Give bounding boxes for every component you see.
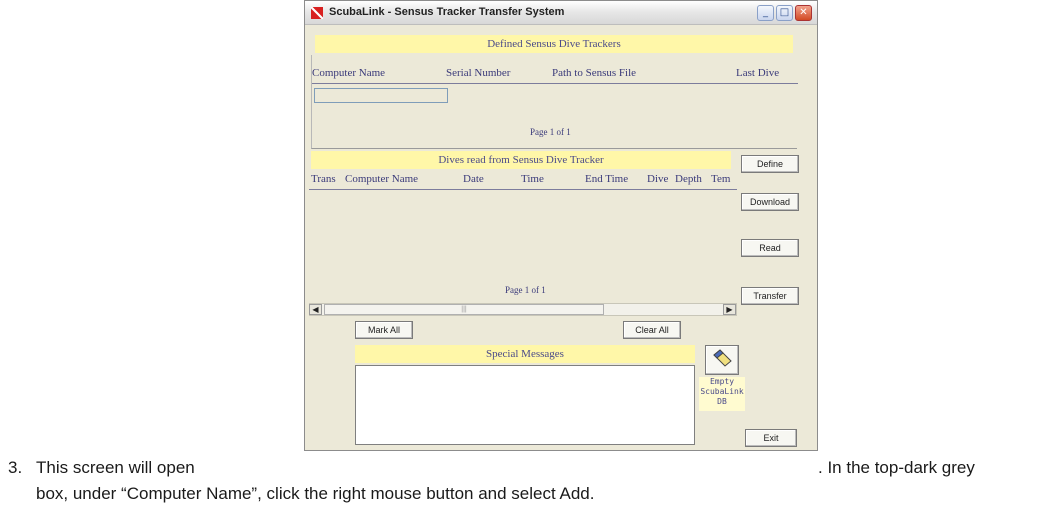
close-icon[interactable]: ✕ xyxy=(795,5,812,21)
define-button[interactable]: Define xyxy=(741,155,799,173)
dives-col-temp: Tem xyxy=(711,173,731,185)
clear-all-button[interactable]: Clear All xyxy=(623,321,681,339)
dives-col-trans: Trans xyxy=(311,173,336,185)
dives-band: Dives read from Sensus Dive Tracker xyxy=(311,151,731,169)
maximize-icon[interactable]: □ xyxy=(776,5,793,21)
computer-name-field[interactable] xyxy=(314,88,448,103)
exit-button[interactable]: Exit xyxy=(745,429,797,447)
trackers-col-path: Path to Sensus File xyxy=(552,67,637,79)
download-button[interactable]: Download xyxy=(741,193,799,211)
empty-db-label: Empty ScubaLink DB xyxy=(699,377,745,411)
empty-db-line-3: DB xyxy=(717,397,727,406)
trackers-pager: Page 1 of 1 xyxy=(530,127,571,137)
eraser-icon xyxy=(713,349,732,367)
dives-col-date: Date xyxy=(463,173,484,185)
instruction-line-1-start: This screen will open xyxy=(36,458,195,477)
dives-panel[interactable]: Trans Computer Name Date Time End Time D… xyxy=(309,169,737,309)
dives-col-computer-name: Computer Name xyxy=(345,173,419,185)
dives-col-end-time: End Time xyxy=(585,173,629,185)
dives-col-depth: Depth xyxy=(675,173,702,185)
window-title: ScubaLink - Sensus Tracker Transfer Syst… xyxy=(329,6,565,18)
app-window: ScubaLink - Sensus Tracker Transfer Syst… xyxy=(304,0,818,451)
empty-db-line-1: Empty xyxy=(709,377,735,386)
title-bar: ScubaLink - Sensus Tracker Transfer Syst… xyxy=(305,1,817,25)
read-button[interactable]: Read xyxy=(741,239,799,257)
special-messages-box[interactable] xyxy=(355,365,695,445)
empty-db-button[interactable] xyxy=(705,345,739,375)
empty-db-line-2: ScubaLink xyxy=(700,387,744,396)
trackers-panel[interactable]: Computer Name Serial Number Path to Sens… xyxy=(311,55,798,149)
trackers-header-rule xyxy=(312,83,798,84)
instruction-line-2: box, under “Computer Name”, click the ri… xyxy=(36,484,595,503)
trackers-col-computer-name: Computer Name xyxy=(312,67,386,79)
dives-col-dive: Dive xyxy=(647,173,669,185)
minimize-icon[interactable]: _ xyxy=(757,5,774,21)
transfer-button[interactable]: Transfer xyxy=(741,287,799,305)
scroll-thumb[interactable]: ||| xyxy=(324,304,604,315)
list-number: 3. xyxy=(8,458,23,477)
dives-col-time: Time xyxy=(521,173,544,185)
dives-horizontal-scrollbar[interactable]: ◀ ||| ▶ xyxy=(309,303,737,316)
app-logo-icon xyxy=(311,7,323,19)
scroll-left-icon[interactable]: ◀ xyxy=(309,304,322,315)
scroll-right-icon[interactable]: ▶ xyxy=(723,304,736,315)
trackers-col-serial-number: Serial Number xyxy=(446,67,511,79)
messages-band: Special Messages xyxy=(355,345,695,363)
mark-all-button[interactable]: Mark All xyxy=(355,321,413,339)
trackers-band: Defined Sensus Dive Trackers xyxy=(315,35,793,53)
dives-pager: Page 1 of 1 xyxy=(505,285,546,295)
dives-header-rule xyxy=(309,189,737,190)
trackers-col-last-dive: Last Dive xyxy=(736,67,780,79)
instruction-line-1-end: . In the top-dark grey xyxy=(818,458,975,477)
